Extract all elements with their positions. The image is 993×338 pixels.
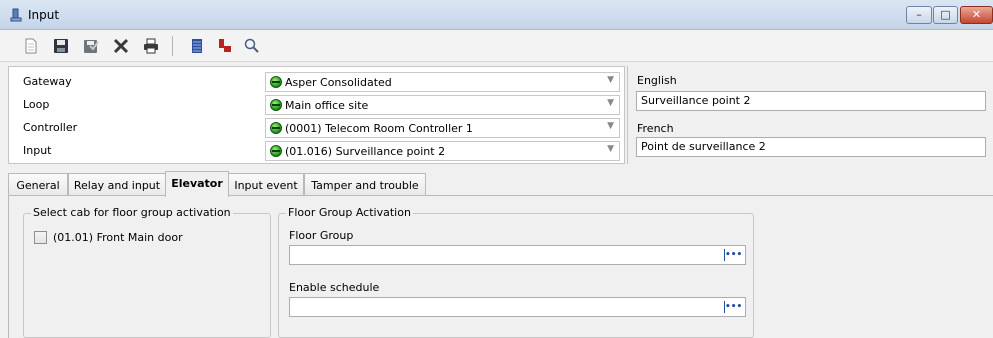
input-value: (01.016) Surveillance point 2 bbox=[285, 145, 446, 158]
toolbar-separator bbox=[172, 36, 173, 56]
chevron-down-icon[interactable]: ▼ bbox=[607, 98, 614, 108]
tab-input-event[interactable]: Input event bbox=[228, 173, 304, 196]
status-led-icon bbox=[270, 99, 282, 111]
header-panel: Gateway Asper Consolidated ▼ Loop Main o… bbox=[8, 66, 625, 164]
controller-value: (0001) Telecom Room Controller 1 bbox=[285, 122, 473, 135]
input-label: Input bbox=[23, 144, 52, 157]
floor-group-activation-group: Floor Group Activation Floor Group ••• E… bbox=[278, 206, 754, 338]
minimize-button[interactable]: – bbox=[906, 6, 932, 24]
cab-checkbox-label: (01.01) Front Main door bbox=[53, 231, 183, 244]
chevron-down-icon[interactable]: ▼ bbox=[607, 75, 614, 85]
maximize-icon: □ bbox=[940, 8, 951, 21]
tab-elevator[interactable]: Elevator bbox=[165, 171, 229, 197]
close-button[interactable]: ✕ bbox=[960, 6, 993, 24]
input-app-icon bbox=[10, 8, 22, 22]
delete-icon[interactable] bbox=[112, 37, 130, 55]
chevron-down-icon[interactable]: ▼ bbox=[607, 144, 614, 154]
window-title: Input bbox=[28, 8, 60, 22]
enable-schedule-field[interactable]: ••• bbox=[289, 297, 746, 317]
gateway-value: Asper Consolidated bbox=[285, 76, 392, 89]
floor-group-browse-icon[interactable]: ••• bbox=[724, 248, 742, 262]
list-icon[interactable] bbox=[188, 37, 206, 55]
floor-group-activation-title: Floor Group Activation bbox=[286, 206, 413, 219]
save-icon[interactable] bbox=[52, 37, 70, 55]
tab-tamper-and-trouble[interactable]: Tamper and trouble bbox=[304, 173, 426, 196]
status-led-icon bbox=[270, 145, 282, 157]
floor-group-label: Floor Group bbox=[289, 229, 354, 242]
status-led-icon bbox=[270, 76, 282, 88]
loop-label: Loop bbox=[23, 98, 50, 111]
english-label: English bbox=[637, 74, 677, 87]
english-name-field[interactable]: Surveillance point 2 bbox=[636, 91, 986, 111]
controller-select[interactable]: (0001) Telecom Room Controller 1 ▼ bbox=[265, 118, 620, 138]
link-icon[interactable] bbox=[216, 37, 234, 55]
print-icon[interactable] bbox=[142, 37, 160, 55]
enable-schedule-browse-icon[interactable]: ••• bbox=[724, 300, 742, 314]
french-label: French bbox=[637, 122, 674, 135]
save-close-icon[interactable] bbox=[82, 37, 100, 55]
gateway-label: Gateway bbox=[23, 75, 72, 88]
close-icon: ✕ bbox=[971, 8, 982, 21]
cab-group-title: Select cab for floor group activation bbox=[31, 206, 233, 219]
title-bar: Input – □ ✕ bbox=[0, 0, 993, 30]
elevator-tab-panel: Select cab for floor group activation (0… bbox=[8, 195, 993, 338]
tab-strip: General Relay and input Elevator Input e… bbox=[8, 171, 993, 197]
search-icon[interactable] bbox=[243, 37, 261, 55]
new-icon[interactable] bbox=[22, 37, 40, 55]
controller-label: Controller bbox=[23, 121, 78, 134]
input-select[interactable]: (01.016) Surveillance point 2 ▼ bbox=[265, 141, 620, 161]
toolbar bbox=[0, 30, 993, 62]
language-panel: English Surveillance point 2 French Poin… bbox=[627, 66, 993, 164]
tab-relay-and-input[interactable]: Relay and input bbox=[68, 173, 166, 196]
tab-general[interactable]: General bbox=[8, 173, 68, 196]
gateway-select[interactable]: Asper Consolidated ▼ bbox=[265, 72, 620, 92]
floor-group-field[interactable]: ••• bbox=[289, 245, 746, 265]
enable-schedule-label: Enable schedule bbox=[289, 281, 380, 294]
french-name-field[interactable]: Point de surveillance 2 bbox=[636, 137, 986, 157]
minimize-icon: – bbox=[916, 8, 922, 21]
loop-value: Main office site bbox=[285, 99, 369, 112]
maximize-button[interactable]: □ bbox=[933, 6, 958, 24]
cab-checkbox[interactable] bbox=[34, 231, 47, 244]
loop-select[interactable]: Main office site ▼ bbox=[265, 95, 620, 115]
chevron-down-icon[interactable]: ▼ bbox=[607, 121, 614, 131]
status-led-icon bbox=[270, 122, 282, 134]
cab-selection-group: Select cab for floor group activation (0… bbox=[23, 206, 271, 338]
